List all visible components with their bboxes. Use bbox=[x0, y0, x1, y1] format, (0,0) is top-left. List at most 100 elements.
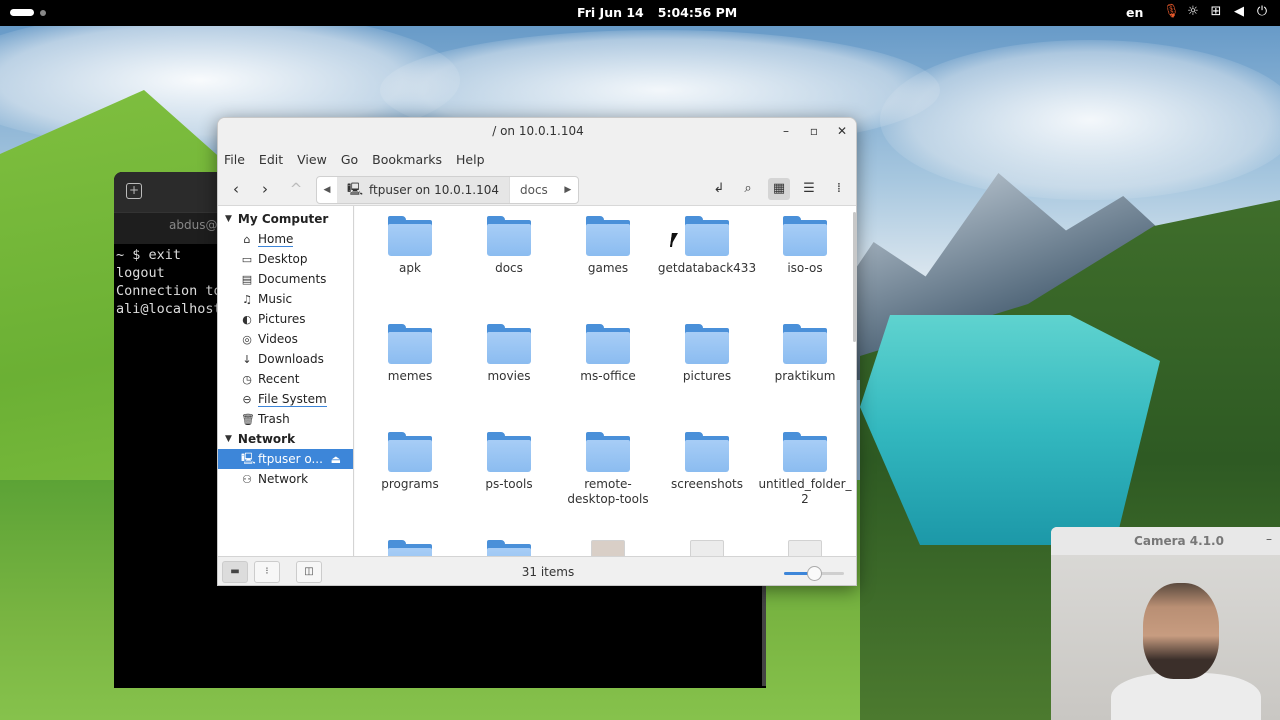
volume-icon: ◀ bbox=[1234, 4, 1244, 19]
sidebar-item-trash[interactable]: 🗑 Trash bbox=[218, 409, 353, 429]
file-label-line: 2 bbox=[801, 492, 809, 506]
file-label-line: remote- bbox=[584, 477, 632, 491]
folder-item[interactable]: games bbox=[558, 216, 658, 276]
menu-edit[interactable]: Edit bbox=[259, 152, 283, 167]
zoom-slider-handle[interactable] bbox=[807, 566, 822, 581]
sidebar-item-ftp-server[interactable]: 🖳 ftpuser o... ⏏ bbox=[218, 449, 353, 469]
path-segment-current[interactable]: 🖳 ftpuser on 10.0.1.104 bbox=[337, 177, 509, 203]
folder-item[interactable]: remote-desktop-tools bbox=[558, 432, 658, 507]
file-label: screenshots bbox=[657, 477, 757, 492]
folder-icon bbox=[487, 540, 531, 556]
folder-item[interactable]: programs bbox=[360, 432, 460, 492]
path-segment-next[interactable]: docs bbox=[509, 177, 558, 203]
sidebar-item-pictures[interactable]: ◐ Pictures bbox=[218, 309, 353, 329]
folder-item[interactable] bbox=[360, 540, 460, 556]
search-button[interactable]: ⌕ bbox=[737, 178, 759, 200]
folder-icon bbox=[487, 324, 531, 364]
network-drive-icon: 🖳 bbox=[241, 451, 256, 465]
zoom-slider[interactable] bbox=[784, 566, 844, 581]
webcam-person-body bbox=[1111, 673, 1261, 720]
back-button[interactable]: ‹ bbox=[226, 179, 246, 199]
folder-item[interactable]: ps-tools bbox=[459, 432, 559, 492]
sidebar-item-desktop[interactable]: ▭ Desktop bbox=[218, 249, 353, 269]
file-label: pictures bbox=[657, 369, 757, 384]
folder-icon bbox=[586, 216, 630, 256]
webcam-person-head bbox=[1143, 583, 1219, 679]
folder-icon bbox=[487, 432, 531, 472]
folder-item[interactable]: apk bbox=[360, 216, 460, 276]
close-button[interactable]: ✕ bbox=[836, 123, 848, 139]
minimize-button[interactable]: – bbox=[780, 123, 792, 139]
system-tray[interactable]: 🎙 ☼ ⊞ ◀ ⏻ bbox=[1163, 4, 1269, 19]
forward-button[interactable]: › bbox=[255, 179, 275, 199]
sidebar-item-recent[interactable]: ◷ Recent bbox=[218, 369, 353, 389]
sidebar-item-music[interactable]: ♫ Music bbox=[218, 289, 353, 309]
sidebar-item-network[interactable]: ⚇ Network bbox=[218, 469, 353, 489]
sidebar-item-videos[interactable]: ◎ Videos bbox=[218, 329, 353, 349]
icon-view-button[interactable]: ▦ bbox=[768, 178, 790, 200]
sidebar-item-label: Downloads bbox=[258, 352, 324, 366]
file-item[interactable] bbox=[558, 540, 658, 556]
sidebar-section-network[interactable]: ▼ Network bbox=[218, 429, 353, 449]
up-button[interactable]: ^ bbox=[286, 179, 306, 199]
folder-icon bbox=[783, 216, 827, 256]
brightness-icon: ☼ bbox=[1187, 4, 1199, 19]
menu-bar: File Edit View Go Bookmarks Help bbox=[218, 146, 856, 172]
file-view[interactable]: apk docs games getdataback433 iso-os memes mov… bbox=[355, 206, 856, 556]
toggle-location-entry-button[interactable]: ↲ bbox=[708, 178, 730, 200]
folder-item[interactable]: praktikum bbox=[755, 324, 855, 384]
file-label: untitled_folder_ 2 bbox=[755, 477, 855, 507]
camera-window[interactable]: Camera 4.1.0 – bbox=[1051, 527, 1280, 720]
menu-go[interactable]: Go bbox=[341, 152, 358, 167]
menu-file[interactable]: File bbox=[224, 152, 245, 167]
trash-icon: 🗑 bbox=[241, 412, 255, 426]
menu-help[interactable]: Help bbox=[456, 152, 485, 167]
path-scroll-left-icon[interactable]: ◀ bbox=[317, 177, 337, 203]
menu-bookmarks[interactable]: Bookmarks bbox=[372, 152, 442, 167]
file-label: getdataback433 bbox=[657, 261, 757, 276]
keyboard-layout-indicator[interactable]: en bbox=[1126, 5, 1143, 20]
terminal-scrollbar[interactable] bbox=[762, 586, 766, 686]
file-item[interactable] bbox=[755, 540, 855, 556]
sidebar-item-label: ftpuser o... bbox=[258, 452, 323, 466]
sidebar-item-home[interactable]: ⌂ Home bbox=[218, 229, 353, 249]
compact-view-button[interactable]: ⁞ bbox=[828, 178, 850, 200]
folder-item[interactable]: pictures bbox=[657, 324, 757, 384]
list-view-button[interactable]: ☰ bbox=[798, 178, 820, 200]
sidebar-item-downloads[interactable]: ↓ Downloads bbox=[218, 349, 353, 369]
status-bar: ▬ ⁝ ◫ 31 items bbox=[218, 556, 856, 585]
menu-view[interactable]: View bbox=[297, 152, 327, 167]
network-icon: ⚇ bbox=[242, 472, 252, 486]
folder-item[interactable]: memes bbox=[360, 324, 460, 384]
camera-title-bar[interactable]: Camera 4.1.0 – bbox=[1051, 527, 1280, 555]
file-label-line: programs bbox=[381, 477, 439, 491]
path-scroll-right-icon[interactable]: ▶ bbox=[558, 177, 578, 203]
terminal-tab-title[interactable]: abdus@l bbox=[169, 218, 221, 232]
folder-item[interactable]: ms-office bbox=[558, 324, 658, 384]
folder-item[interactable] bbox=[459, 540, 559, 556]
documents-icon: ▤ bbox=[241, 272, 253, 286]
recent-icon: ◷ bbox=[242, 372, 252, 386]
sidebar-section-my-computer[interactable]: ▼ My Computer bbox=[218, 209, 353, 229]
file-item[interactable] bbox=[657, 540, 757, 556]
folder-item[interactable]: docs bbox=[459, 216, 559, 276]
power-icon: ⏻ bbox=[1256, 4, 1268, 19]
minimize-button[interactable]: – bbox=[1266, 532, 1272, 546]
clock[interactable]: Fri Jun 14 5:04:56 PM bbox=[577, 5, 751, 20]
sidebar-item-file-system[interactable]: ⊖ File System bbox=[218, 389, 353, 409]
folder-item[interactable]: iso-os bbox=[755, 216, 855, 276]
title-bar[interactable]: / on 10.0.1.104 – ▫ ✕ bbox=[218, 118, 856, 146]
window-title: / on 10.0.1.104 bbox=[492, 124, 584, 138]
folder-item[interactable]: movies bbox=[459, 324, 559, 384]
activities-button[interactable] bbox=[10, 9, 46, 16]
folder-item[interactable]: screenshots bbox=[657, 432, 757, 492]
file-label: ps-tools bbox=[459, 477, 559, 492]
folder-item[interactable]: untitled_folder_ 2 bbox=[755, 432, 855, 507]
eject-icon[interactable]: ⏏ bbox=[331, 453, 341, 466]
sidebar-item-documents[interactable]: ▤ Documents bbox=[218, 269, 353, 289]
new-tab-icon[interactable]: + bbox=[126, 183, 142, 199]
file-label: iso-os bbox=[755, 261, 855, 276]
sidebar-item-label: Recent bbox=[258, 372, 300, 386]
folder-icon bbox=[586, 432, 630, 472]
maximize-button[interactable]: ▫ bbox=[808, 123, 820, 139]
